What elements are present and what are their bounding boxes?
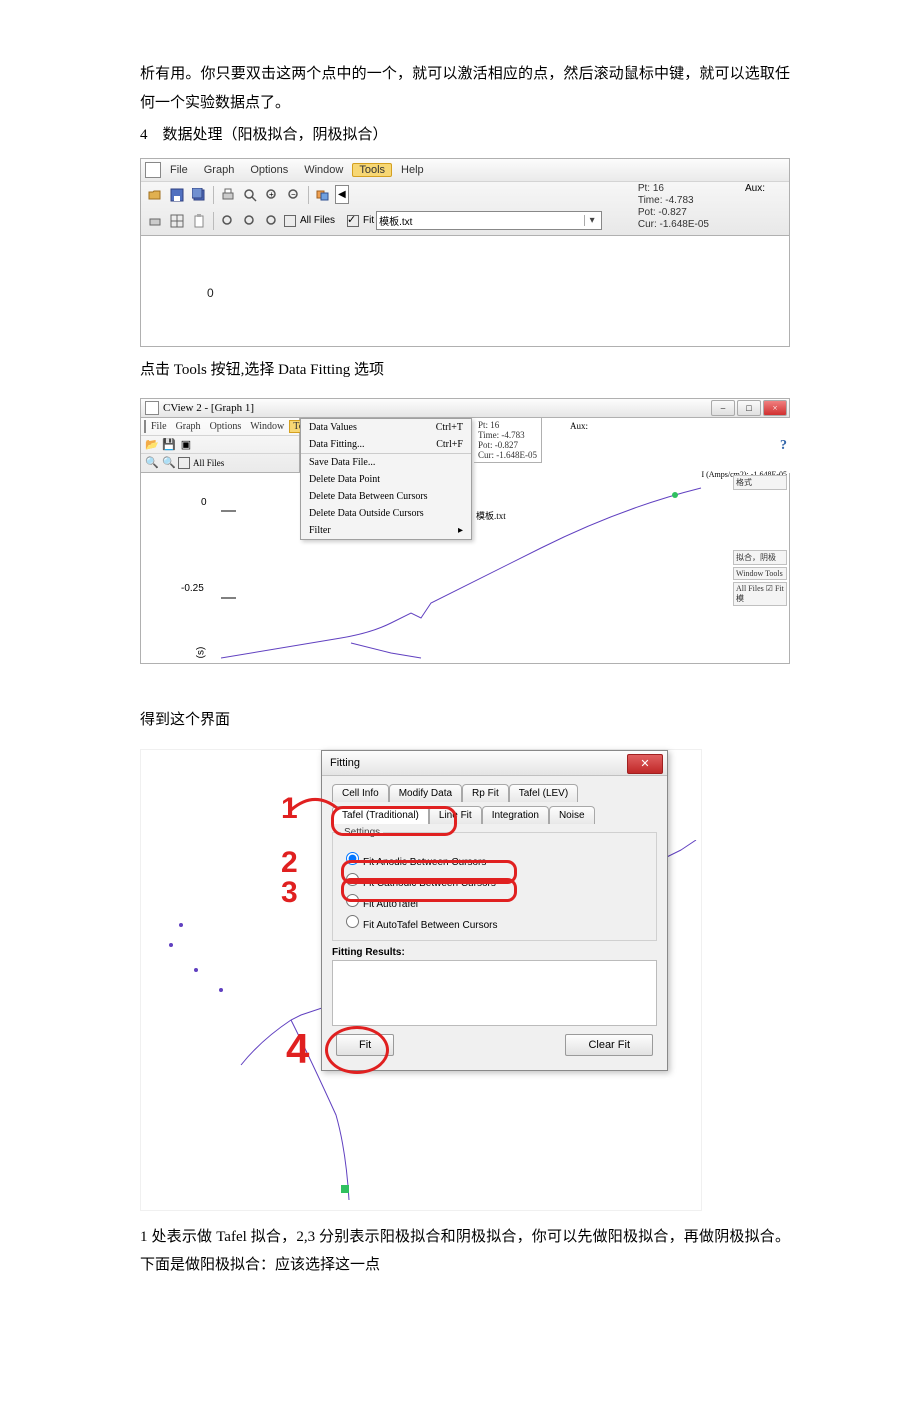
tab-rp-fit[interactable]: Rp Fit xyxy=(462,784,509,802)
minimize-button[interactable]: – xyxy=(711,400,735,416)
zoom-out-icon[interactable]: − xyxy=(284,185,304,205)
zoom-icon-a[interactable] xyxy=(218,211,238,231)
print-icon-2[interactable] xyxy=(145,211,165,231)
app-icon-2 xyxy=(144,420,146,433)
menu-file[interactable]: File xyxy=(163,163,195,177)
clear-fit-button[interactable]: Clear Fit xyxy=(565,1034,653,1056)
ylabel-neg025: -0.25 xyxy=(181,583,204,594)
close-button[interactable]: × xyxy=(763,400,787,416)
tab-integration[interactable]: Integration xyxy=(482,806,549,824)
menu-tools[interactable]: Tools xyxy=(352,163,392,177)
annotation-2: 2 xyxy=(281,846,298,880)
ylabel-0: 0 xyxy=(201,497,207,508)
circle-1 xyxy=(331,806,457,836)
status-readout: Pt: 16 Time: -4.783 Pot: -0.827 Cur: -1.… xyxy=(632,181,715,233)
para-intro: 析有用。你只要双击这两个点中的一个，就可以激活相应的点，然后滚动鼠标中键，就可以… xyxy=(140,60,790,117)
figure-3-fitting-dialog: Fitting ✕ Cell Info Modify Data Rp Fit T… xyxy=(140,749,702,1211)
allfiles-checkbox-2[interactable] xyxy=(178,457,190,469)
menu-help[interactable]: Help xyxy=(394,163,431,177)
grid-icon[interactable] xyxy=(167,211,187,231)
side-bit-3: Window Tools xyxy=(733,567,787,580)
side-bit-2: 拟合，阴极 xyxy=(733,550,787,565)
side-bit-4: All Files ☑ Fit 模 xyxy=(733,582,787,606)
tab-cell-info[interactable]: Cell Info xyxy=(332,784,389,802)
plot-area-2: 0 -0.25 (s) 模板.txt 格式 拟合，阴极 Window Tools… xyxy=(140,473,790,664)
save-icon-2[interactable]: 💾 xyxy=(161,437,177,453)
menu2-graph[interactable]: Graph xyxy=(172,421,205,432)
fitting-dialog: Fitting ✕ Cell Info Modify Data Rp Fit T… xyxy=(321,750,668,1071)
annotation-4: 4 xyxy=(286,1025,309,1073)
caption-interface: 得到这个界面 xyxy=(140,706,790,735)
dialog-close-button[interactable]: ✕ xyxy=(627,754,663,774)
svg-text:−: − xyxy=(291,190,296,199)
open-icon[interactable] xyxy=(145,185,165,205)
dd-save-data-file[interactable]: Save Data File... xyxy=(301,453,471,471)
menu-window[interactable]: Window xyxy=(297,163,350,177)
zoom-icon-c[interactable] xyxy=(262,211,282,231)
circle-3 xyxy=(341,878,517,902)
open-icon-2[interactable]: 📂 xyxy=(144,437,160,453)
graph-area-1: 0 xyxy=(140,236,790,347)
caption-tools: 点击 Tools 按钮,选择 Data Fitting 选项 xyxy=(140,356,790,385)
save-icon[interactable] xyxy=(167,185,187,205)
aux-label-2: Aux: xyxy=(570,421,588,431)
annotation-3: 3 xyxy=(281,876,298,910)
zoom-icon-2a[interactable]: 🔍 xyxy=(144,455,160,471)
clipboard-icon[interactable] xyxy=(189,211,209,231)
fit-label: Fit xyxy=(363,215,374,226)
dialog-title: Fitting xyxy=(330,757,360,769)
allfiles-checkbox[interactable] xyxy=(284,215,296,227)
print-icon[interactable] xyxy=(218,185,238,205)
file-nav[interactable]: ◀ xyxy=(335,185,349,204)
heading-4: 4 数据处理（阳极拟合，阴极拟合） xyxy=(140,121,790,150)
zoom-in-icon[interactable]: + xyxy=(262,185,282,205)
circle-4 xyxy=(325,1026,389,1074)
ylabel-s: (s) xyxy=(195,647,206,659)
aux-label: Aux: xyxy=(745,183,765,194)
annot-line-1 xyxy=(289,780,339,840)
tab-noise[interactable]: Noise xyxy=(549,806,595,824)
menu-graph[interactable]: Graph xyxy=(197,163,242,177)
search-icon[interactable] xyxy=(240,185,260,205)
zoom-icon-b[interactable] xyxy=(240,211,260,231)
fit-checkbox[interactable] xyxy=(347,215,359,227)
overlay-icon[interactable] xyxy=(313,185,333,205)
side-bit-1: 格式 xyxy=(733,475,787,490)
maximize-button[interactable]: □ xyxy=(737,400,761,416)
tab-tafel-lev[interactable]: Tafel (LEV) xyxy=(509,784,578,802)
help-icon[interactable]: ? xyxy=(780,438,787,454)
para-explain: 1 处表示做 Tafel 拟合，2,3 分别表示阳极拟合和阴极拟合，你可以先做阳… xyxy=(140,1223,790,1280)
figure-2-tools-menu: CView 2 - [Graph 1] – □ × File Graph Opt… xyxy=(140,398,790,678)
app-icon xyxy=(145,162,161,178)
tab-modify-data[interactable]: Modify Data xyxy=(389,784,462,802)
menu2-options[interactable]: Options xyxy=(206,421,246,432)
overlay-icon-2[interactable]: ▣ xyxy=(178,437,194,453)
save-all-icon[interactable] xyxy=(189,185,209,205)
dd-data-values[interactable]: Data ValuesCtrl+T xyxy=(301,419,471,436)
figure-1-menubar: File Graph Options Window Tools Help + −… xyxy=(140,158,790,328)
file-combo[interactable]: 模板.txt ▾ xyxy=(376,211,602,230)
menu2-window[interactable]: Window xyxy=(246,421,288,432)
zoom-icon-2b[interactable]: 🔍 xyxy=(161,455,177,471)
fitting-results-label: Fitting Results: xyxy=(332,947,657,958)
dd-data-fitting[interactable]: Data Fitting...Ctrl+F xyxy=(301,436,471,453)
results-box xyxy=(332,960,657,1026)
data-curve xyxy=(221,483,711,663)
allfiles-label: All Files xyxy=(300,215,335,226)
svg-text:+: + xyxy=(269,190,274,199)
allfiles-label-2: All Files xyxy=(193,458,224,468)
menu-options[interactable]: Options xyxy=(243,163,295,177)
cview-icon xyxy=(145,401,159,415)
menu2-file[interactable]: File xyxy=(147,421,171,432)
radio-fit-autotafel-between[interactable]: Fit AutoTafel Between Cursors xyxy=(341,911,648,932)
status-readout-2: Pt: 16Time: -4.783Pot: -0.827Cur: -1.648… xyxy=(474,418,542,463)
window-title: CView 2 - [Graph 1] – □ × xyxy=(140,398,790,418)
